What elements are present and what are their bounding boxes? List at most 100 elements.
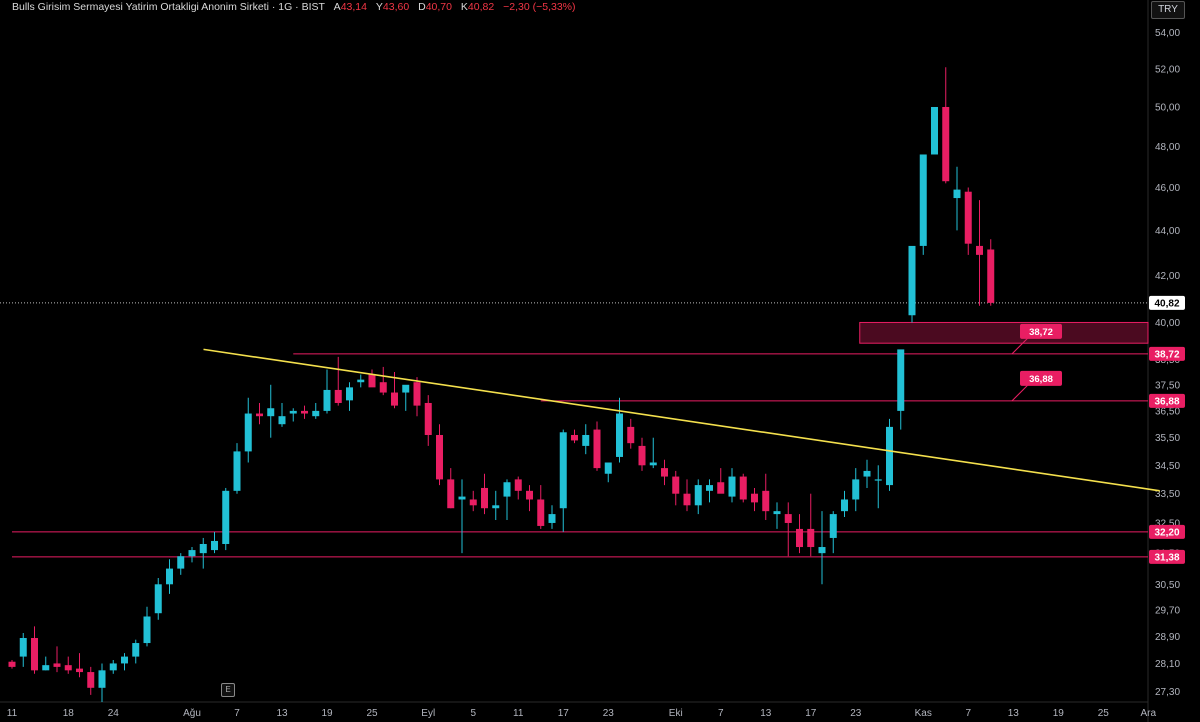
candle-body [559,432,567,509]
time-axis-label: 24 [108,708,120,719]
time-axis-label: 23 [603,708,615,719]
candle-body [852,479,860,500]
price-axis-label: 34,50 [1155,461,1180,472]
candle-body [987,249,995,303]
candle-body [908,245,916,316]
candle-body [593,429,601,469]
candle-body [458,496,466,500]
candle-body [964,191,972,244]
time-axis-label: Ağu [183,708,201,719]
candle-body [818,547,826,554]
candle-body [953,189,961,199]
candle-body [931,106,938,155]
candle-body [177,556,185,569]
time-axis-label: Eki [669,708,683,719]
time-axis-label: Eyl [421,708,435,719]
level-price-label: 36,88 [1154,396,1179,407]
candle-body [436,434,443,480]
price-axis-label: 27,30 [1155,687,1180,698]
candle-body [706,485,713,491]
candle-body [863,470,871,477]
candle-body [481,487,488,509]
candle-body [424,402,432,435]
candle-body [391,392,398,406]
price-axis-label: 28,90 [1155,632,1180,643]
candle-body [762,490,770,512]
time-axis-label: 7 [234,708,240,719]
candle-body [751,493,758,503]
candle-body [886,426,893,486]
candle-body [571,434,578,441]
price-callout-label: 36,88 [1029,374,1053,385]
time-axis-label: 7 [965,708,971,719]
candle-body [76,668,83,673]
candle-body [728,476,736,497]
candle-body [897,349,905,411]
candle-body [368,374,376,388]
candle-body [492,505,500,509]
price-axis-label: 42,00 [1155,271,1180,282]
candle-body [222,490,230,544]
candle-body [19,638,27,657]
candle-body [942,106,950,182]
candle-body [244,413,252,452]
candle-body [64,665,72,671]
price-chart[interactable]: 27,3028,1028,9029,7030,5031,5032,5033,50… [0,0,1200,722]
time-axis-label: 17 [805,708,817,719]
candle-body [267,408,275,417]
time-axis-label: 13 [276,708,288,719]
candle-body [42,665,50,671]
candle-body [447,479,455,509]
candle-body [312,410,320,417]
candle-body [278,416,286,425]
candle-body [334,389,342,403]
candle-body [132,643,140,657]
candle-body [256,413,263,417]
candle-body [784,514,792,523]
candle-body [874,479,882,481]
price-axis-label: 40,00 [1155,318,1180,329]
time-axis-label: 19 [1053,708,1065,719]
price-axis-label: 52,00 [1155,65,1180,76]
candle-body [537,499,545,526]
candle-body [289,410,297,414]
candle-body [976,245,983,255]
candle-body [796,528,803,548]
price-axis-label: 36,50 [1155,406,1180,417]
price-callout-label: 38,72 [1029,327,1053,338]
price-axis-label: 35,50 [1155,433,1180,444]
candle-body [31,638,38,671]
price-axis-label: 44,00 [1155,226,1180,237]
candle-body [694,485,702,506]
candle-body [87,672,95,688]
candle-body [683,493,691,506]
candle-body [773,511,781,515]
price-axis-label: 50,00 [1155,102,1180,113]
candle-body [829,514,837,538]
candle-body [526,490,533,500]
candle-body [503,482,511,497]
price-axis-label: 30,50 [1155,580,1180,591]
last-price-label: 40,82 [1154,298,1179,309]
candle-body [233,451,241,491]
time-axis-label: Kas [915,708,932,719]
candle-body [346,387,353,401]
candle-body [469,499,477,506]
candle-body [323,389,331,411]
candle-body [638,445,646,466]
callout-pointer [1011,384,1029,402]
candle-body [379,382,387,393]
candle-body [154,584,162,614]
candle-body [616,413,623,457]
trend-line [203,348,1160,492]
candle-body [841,499,848,512]
candle-body [919,154,927,246]
time-axis-label: 23 [850,708,862,719]
time-axis-label: 18 [63,708,75,719]
price-axis-label: 48,00 [1155,142,1180,153]
candle-body [199,543,207,554]
candle-body [53,663,61,667]
price-axis-label: 37,50 [1155,380,1180,391]
price-axis-label: 46,00 [1155,183,1180,194]
price-axis-label: 29,70 [1155,605,1180,616]
